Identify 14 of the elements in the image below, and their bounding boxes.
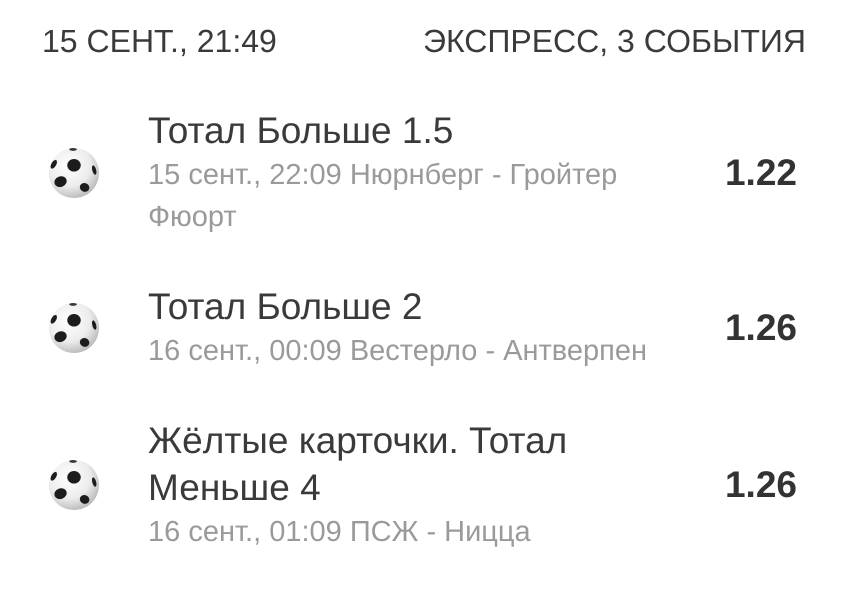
- odds-value: 1.26: [724, 306, 797, 348]
- market-name: Тотал Больше 1.5: [148, 109, 454, 153]
- bet-title: ЭКСПРЕСС, 3 СОБЫТИЯ: [422, 22, 806, 61]
- soccer-ball-icon: [48, 146, 100, 198]
- bet-date: 15 СЕНТ., 21:49: [42, 22, 277, 61]
- odds-value: 1.22: [724, 152, 797, 194]
- odds-value: 1.26: [724, 464, 797, 506]
- market-name: Тотал Больше 2: [148, 285, 424, 329]
- match-details: 16 сент., 01:09 ПСЖ - Ницца: [148, 515, 532, 550]
- soccer-ball-icon: [48, 302, 100, 354]
- match-details: 15 сент., 22:09 Нюрнберг - Гройтер Фюорт: [148, 158, 618, 235]
- market-name: Жёлтые карточки. Тотал Меньше 4: [148, 419, 568, 510]
- soccer-ball-icon: [48, 459, 100, 511]
- match-details: 16 сент., 00:09 Вестерло - Антверпен: [148, 334, 648, 369]
